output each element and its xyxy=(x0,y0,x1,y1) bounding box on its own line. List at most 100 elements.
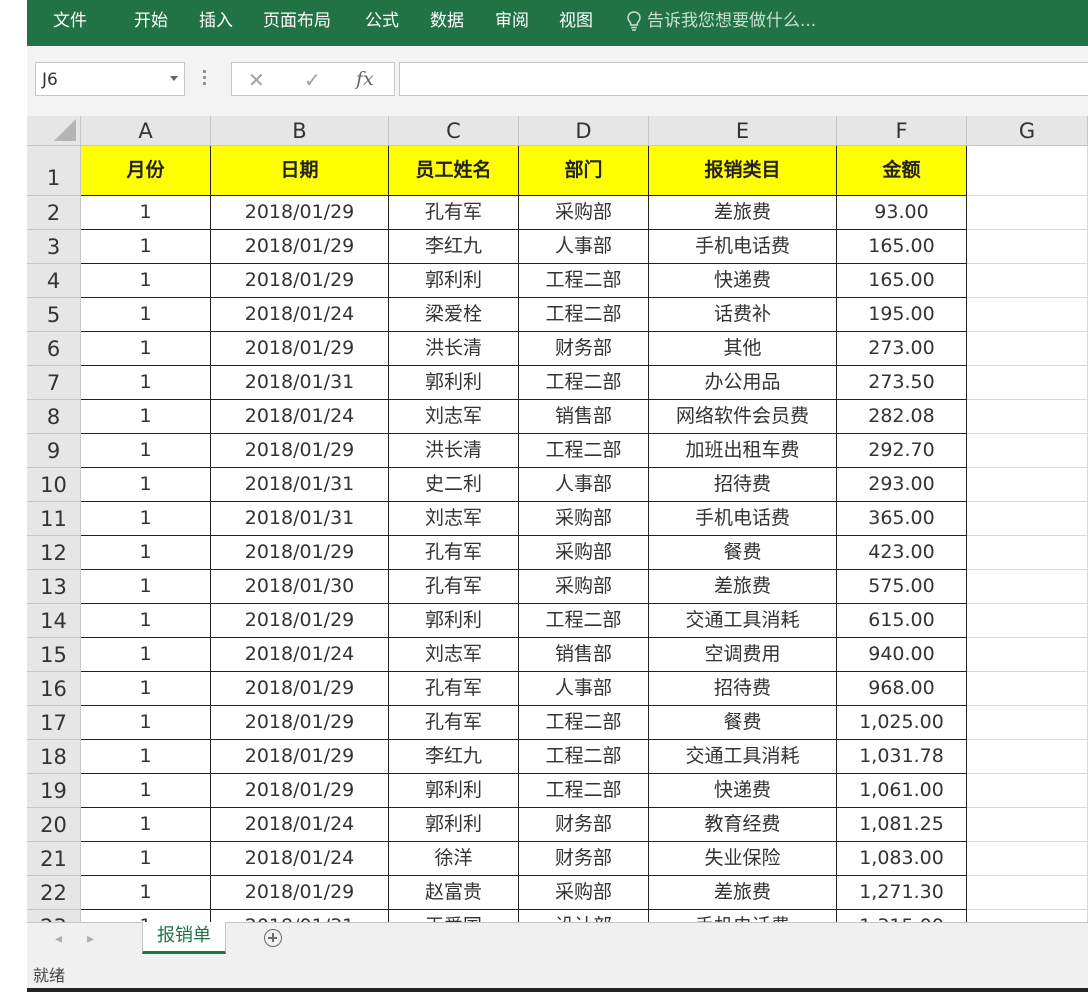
table-cell[interactable]: 刘志军 xyxy=(389,502,519,536)
table-cell[interactable]: 工程二部 xyxy=(519,264,649,298)
table-cell[interactable]: 采购部 xyxy=(519,570,649,604)
row-header[interactable]: 2 xyxy=(27,196,81,230)
table-cell[interactable]: 1,083.00 xyxy=(837,842,967,876)
table-cell[interactable]: 1 xyxy=(81,298,211,332)
table-cell[interactable]: 郭利利 xyxy=(389,604,519,638)
cancel-icon[interactable]: ✕ xyxy=(248,68,265,92)
table-cell[interactable]: 1 xyxy=(81,264,211,298)
tell-me-box[interactable]: 告诉我您想要做什么... xyxy=(627,10,816,32)
table-cell[interactable]: 2018/01/29 xyxy=(211,706,389,740)
header-cell[interactable]: 月份 xyxy=(81,146,211,196)
table-cell[interactable]: 空调费用 xyxy=(649,638,837,672)
header-cell[interactable]: 报销类目 xyxy=(649,146,837,196)
empty-cell[interactable] xyxy=(967,706,1088,740)
tab-view[interactable]: 视图 xyxy=(559,11,593,31)
table-cell[interactable]: 165.00 xyxy=(837,230,967,264)
empty-cell[interactable] xyxy=(967,536,1088,570)
add-sheet-icon[interactable] xyxy=(264,929,282,947)
table-cell[interactable]: 1 xyxy=(81,706,211,740)
empty-cell[interactable] xyxy=(967,910,1088,922)
column-header-g[interactable]: G xyxy=(967,116,1088,146)
row-header[interactable]: 21 xyxy=(27,842,81,876)
table-cell[interactable]: 采购部 xyxy=(519,876,649,910)
table-cell[interactable]: 工程二部 xyxy=(519,604,649,638)
table-cell[interactable]: 2018/01/29 xyxy=(211,604,389,638)
empty-cell[interactable] xyxy=(967,774,1088,808)
table-cell[interactable]: 2018/01/31 xyxy=(211,366,389,400)
table-cell[interactable]: 1 xyxy=(81,570,211,604)
table-cell[interactable]: 2018/01/29 xyxy=(211,196,389,230)
table-cell[interactable]: 2018/01/24 xyxy=(211,842,389,876)
table-cell[interactable]: 1 xyxy=(81,536,211,570)
table-cell[interactable]: 郭利利 xyxy=(389,264,519,298)
table-cell[interactable]: 1 xyxy=(81,332,211,366)
empty-cell[interactable] xyxy=(967,196,1088,230)
column-header-d[interactable]: D xyxy=(519,116,649,146)
table-cell[interactable]: 财务部 xyxy=(519,808,649,842)
more-dots-icon[interactable] xyxy=(203,68,207,88)
table-cell[interactable]: 工程二部 xyxy=(519,740,649,774)
table-cell[interactable]: 财务部 xyxy=(519,842,649,876)
table-cell[interactable]: 差旅费 xyxy=(649,196,837,230)
table-cell[interactable]: 李红九 xyxy=(389,230,519,264)
table-cell[interactable]: 1 xyxy=(81,604,211,638)
empty-cell[interactable] xyxy=(967,434,1088,468)
table-cell[interactable]: 郭利利 xyxy=(389,366,519,400)
row-header[interactable]: 19 xyxy=(27,774,81,808)
empty-cell[interactable] xyxy=(967,808,1088,842)
table-cell[interactable]: 273.00 xyxy=(837,332,967,366)
table-cell[interactable]: 575.00 xyxy=(837,570,967,604)
table-cell[interactable]: 采购部 xyxy=(519,196,649,230)
table-cell[interactable]: 人事部 xyxy=(519,468,649,502)
table-cell[interactable]: 1,061.00 xyxy=(837,774,967,808)
empty-cell[interactable] xyxy=(967,604,1088,638)
row-header[interactable]: 7 xyxy=(27,366,81,400)
empty-cell[interactable] xyxy=(967,842,1088,876)
table-cell[interactable]: 273.50 xyxy=(837,366,967,400)
table-cell[interactable]: 孔有军 xyxy=(389,536,519,570)
table-cell[interactable]: 1,271.30 xyxy=(837,876,967,910)
table-cell[interactable]: 365.00 xyxy=(837,502,967,536)
table-cell[interactable]: 交通工具消耗 xyxy=(649,740,837,774)
table-cell[interactable]: 加班出租车费 xyxy=(649,434,837,468)
table-cell[interactable]: 徐洋 xyxy=(389,842,519,876)
row-header[interactable]: 16 xyxy=(27,672,81,706)
table-cell[interactable]: 赵富贵 xyxy=(389,876,519,910)
table-cell[interactable]: 刘志军 xyxy=(389,400,519,434)
header-cell[interactable]: 日期 xyxy=(211,146,389,196)
column-header-f[interactable]: F xyxy=(837,116,967,146)
table-cell[interactable]: 工程二部 xyxy=(519,774,649,808)
table-cell[interactable]: 2018/01/24 xyxy=(211,638,389,672)
table-cell[interactable]: 招待费 xyxy=(649,468,837,502)
table-cell[interactable]: 人事部 xyxy=(519,230,649,264)
table-cell[interactable]: 孔有军 xyxy=(389,706,519,740)
tab-review[interactable]: 审阅 xyxy=(495,11,529,31)
table-cell[interactable]: 292.70 xyxy=(837,434,967,468)
table-cell[interactable]: 洪长清 xyxy=(389,434,519,468)
table-cell[interactable]: 2018/01/24 xyxy=(211,400,389,434)
scroll-right-icon[interactable]: ▸ xyxy=(87,931,94,947)
table-cell[interactable]: 1 xyxy=(81,468,211,502)
tab-home[interactable]: 开始 xyxy=(134,11,168,31)
table-cell[interactable]: 282.08 xyxy=(837,400,967,434)
table-cell[interactable]: 手机电话费 xyxy=(649,502,837,536)
table-cell[interactable]: 2018/01/31 xyxy=(211,468,389,502)
table-cell[interactable]: 快递费 xyxy=(649,264,837,298)
table-cell[interactable]: 968.00 xyxy=(837,672,967,706)
empty-cell[interactable] xyxy=(967,570,1088,604)
row-header[interactable]: 3 xyxy=(27,230,81,264)
table-cell[interactable]: 1,081.25 xyxy=(837,808,967,842)
empty-cell[interactable] xyxy=(967,468,1088,502)
table-cell[interactable]: 史二利 xyxy=(389,468,519,502)
table-cell[interactable]: 940.00 xyxy=(837,638,967,672)
table-cell[interactable]: 网络软件会员费 xyxy=(649,400,837,434)
table-cell[interactable]: 2018/01/29 xyxy=(211,774,389,808)
table-cell[interactable]: 423.00 xyxy=(837,536,967,570)
table-cell[interactable]: 2018/01/31 xyxy=(211,910,389,922)
table-cell[interactable]: 财务部 xyxy=(519,332,649,366)
table-cell[interactable]: 差旅费 xyxy=(649,570,837,604)
row-header[interactable]: 23 xyxy=(27,910,81,922)
table-cell[interactable]: 2018/01/29 xyxy=(211,672,389,706)
table-cell[interactable]: 1,031.78 xyxy=(837,740,967,774)
row-header[interactable]: 22 xyxy=(27,876,81,910)
